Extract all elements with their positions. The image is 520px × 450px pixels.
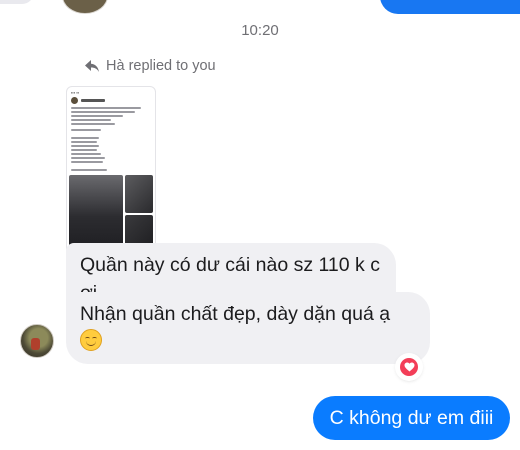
replied-screenshot-thumbnail[interactable]: ▪▪▪ ▪▪ xyxy=(66,86,156,254)
thumbnail-text-line xyxy=(71,115,123,117)
thumbnail-text-line xyxy=(71,153,101,155)
sender-avatar[interactable] xyxy=(20,324,54,358)
thumbnail-header xyxy=(71,97,105,104)
thumbnail-text-line xyxy=(71,137,99,139)
thumbnail-text-line xyxy=(71,111,135,113)
incoming-message[interactable]: Nhận quần chất đẹp, dày dặn quá ạ xyxy=(66,292,430,364)
thumbnail-text-line xyxy=(71,149,97,151)
message-text: C không dư em điii xyxy=(329,407,494,429)
previous-outgoing-bubble-fragment xyxy=(380,0,520,14)
thumbnail-text-line xyxy=(71,169,107,171)
reply-header: Hà replied to you xyxy=(84,58,216,74)
heart-icon xyxy=(404,362,414,372)
outgoing-message[interactable]: C không dư em điii xyxy=(313,396,510,440)
thumbnail-name-line xyxy=(81,99,105,102)
message-text: Nhận quần chất đẹp, dày dặn quá ạ xyxy=(80,303,391,325)
sender-avatar-fragment xyxy=(62,0,108,14)
thumbnail-avatar xyxy=(71,97,78,104)
reply-header-text: Hà replied to you xyxy=(106,58,216,74)
thumbnail-text-line xyxy=(71,157,105,159)
message-reaction[interactable] xyxy=(397,355,421,379)
thumbnail-text-line xyxy=(71,129,101,131)
message-timestamp: 10:20 xyxy=(241,22,279,39)
thumbnail-text-line xyxy=(71,145,99,147)
thumbnail-product-photo xyxy=(69,175,123,251)
thumbnail-text-line xyxy=(71,119,111,121)
thumbnail-text-line xyxy=(71,141,97,143)
reply-arrow-icon xyxy=(85,60,99,72)
thumbnail-text-line xyxy=(71,107,141,109)
previous-message-fragment xyxy=(0,0,34,4)
thumbnail-text-line xyxy=(71,123,115,125)
thumbnail-text-line xyxy=(71,161,103,163)
thumbnail-status-bar: ▪▪▪ ▪▪ xyxy=(71,90,80,95)
smiling-face-icon xyxy=(80,329,102,351)
thumbnail-product-photo xyxy=(125,175,153,213)
